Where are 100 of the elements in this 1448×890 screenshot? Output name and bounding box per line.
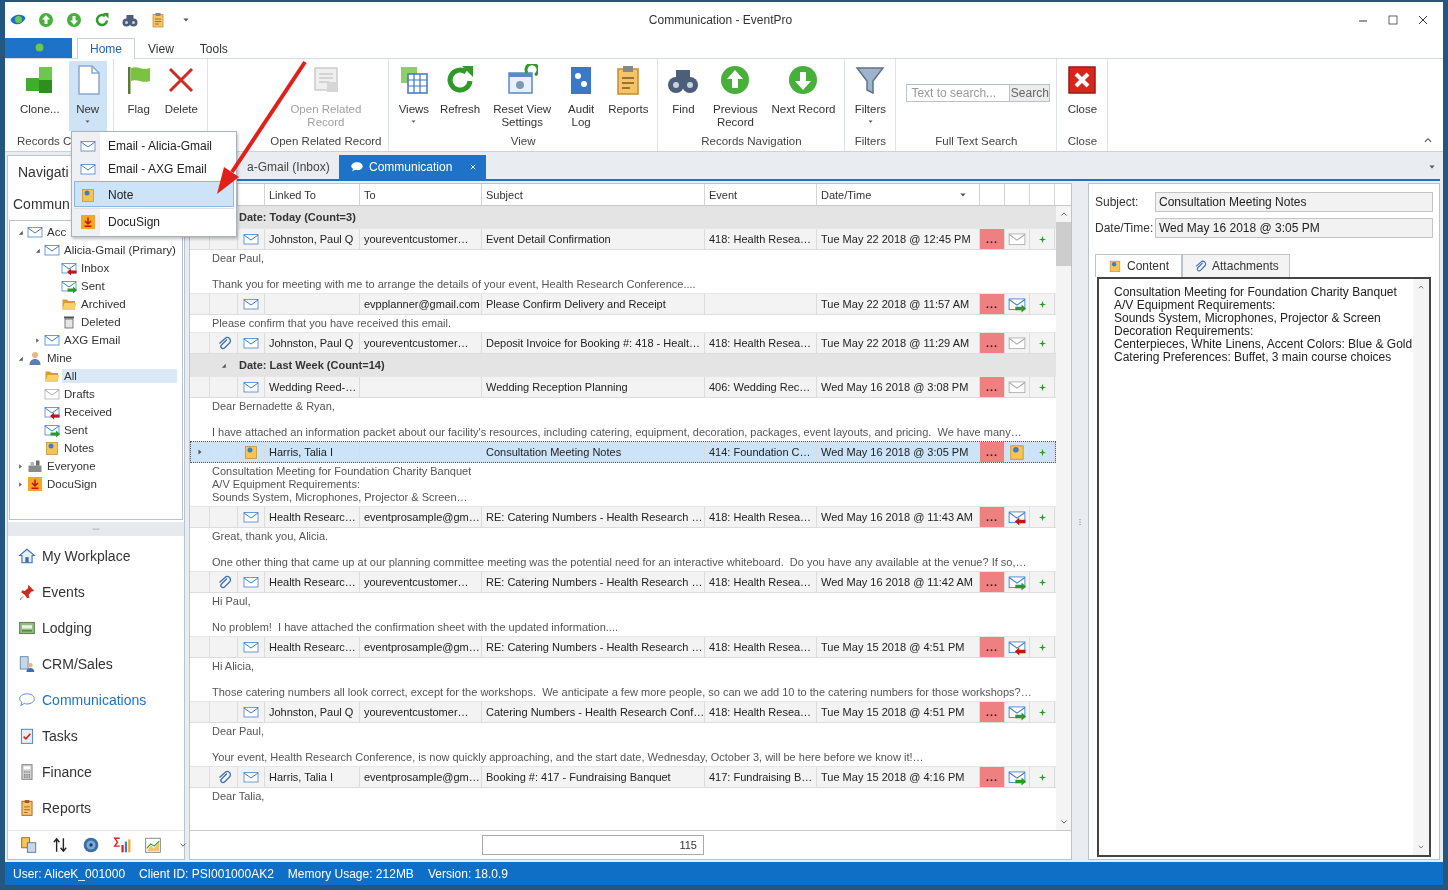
person-icon xyxy=(18,655,36,673)
ribbon-button[interactable]: Reports xyxy=(605,61,652,131)
ribbon-button[interactable]: Audit Log xyxy=(561,61,602,131)
column-header[interactable]: Date/Time xyxy=(817,184,980,205)
navigation-item[interactable]: Events xyxy=(8,574,184,610)
refresh-icon[interactable] xyxy=(94,12,110,28)
tab[interactable]: Attachments xyxy=(1182,254,1290,277)
table-row[interactable]: Wedding Reed-… Wedding Reception Planning 406: Wedding Rec… Wed May 16 2018 @ 3:08 PM ... xyxy=(190,376,1056,398)
documents-icon[interactable] xyxy=(20,836,38,854)
column-header[interactable]: To xyxy=(360,184,482,205)
navigation-item[interactable]: Tasks xyxy=(8,718,184,754)
ribbon-tab[interactable]: Home xyxy=(77,38,135,59)
tree-item[interactable]: Alicia-Gmail (Primary) xyxy=(62,243,178,257)
date-field[interactable]: Wed May 16 2018 @ 3:05 PM xyxy=(1155,218,1433,238)
navigation-item[interactable]: Communications xyxy=(8,682,184,718)
more-cell[interactable]: ... xyxy=(980,333,1005,353)
search-field[interactable]: Text to search... xyxy=(906,84,1011,102)
scroll-thumb[interactable] xyxy=(1056,222,1071,266)
ribbon-tab[interactable]: View xyxy=(135,38,187,58)
document-tab[interactable]: Communication xyxy=(339,155,487,179)
app-menu-button[interactable] xyxy=(5,38,72,58)
tree-item[interactable]: Archived xyxy=(79,297,128,311)
more-cell[interactable]: ... xyxy=(980,377,1005,397)
clipboard-icon[interactable] xyxy=(150,12,166,28)
navigation-item[interactable]: Lodging xyxy=(8,610,184,646)
navigation-item[interactable]: Finance xyxy=(8,754,184,790)
ribbon-button[interactable]: Find xyxy=(664,61,703,131)
pin-icon xyxy=(18,583,36,601)
scrollbar[interactable] xyxy=(1056,206,1071,830)
subject-field[interactable]: Consultation Meeting Notes xyxy=(1155,192,1433,212)
ribbon-button[interactable]: Filters xyxy=(851,61,890,131)
ribbon-group-label: Close xyxy=(1066,134,1099,149)
window-title: Communication - EventPro xyxy=(647,13,794,27)
group-row[interactable]: Date: Last Week (Count=14) xyxy=(190,354,1056,376)
tree-item[interactable]: Deleted xyxy=(79,315,123,329)
ribbon-tab[interactable]: Tools xyxy=(186,38,241,58)
content-line: Consultation Meeting for Foundation Charity Banquet xyxy=(1114,286,1398,299)
search-button[interactable]: Search xyxy=(1010,84,1051,102)
tree-item[interactable]: Mine xyxy=(45,351,74,365)
tree-item[interactable]: Notes xyxy=(62,441,97,455)
table-row[interactable]: Johnston, Paul Q youreventcustomer… Deposit Invoice for Booking #: 418 - Healt… 418: Health Resea… Tue May 22 2018 @ 11:29 AM ... xyxy=(190,332,1056,354)
ribbon-button[interactable]: Reset View Settings xyxy=(487,61,558,131)
menu-item[interactable]: Email - Alicia-Gmail xyxy=(74,134,234,157)
table-row[interactable]: Harris, Talia I eventprosample@gm… Booking #: 417 - Fundraising Banquet 417: Fundraising B… Tue May 15 2018 @ 4:16 PM ... xyxy=(190,766,1056,788)
table-row[interactable]: evpplanner@gmail.com Please Confirm Delivery and Receipt Tue May 22 2018 @ 11:57 AM ... xyxy=(190,293,1056,315)
tree-item[interactable]: Sent xyxy=(62,423,90,437)
table-row[interactable]: Harris, Talia I Consultation Meeting Notes 414: Foundation C… Wed May 16 2018 @ 3:05 PM ... xyxy=(190,441,1056,463)
ribbon-button[interactable]: Clone... xyxy=(17,61,63,131)
navigation-item[interactable]: My Workplace xyxy=(8,538,184,574)
sort-icon[interactable] xyxy=(51,836,69,854)
ribbon-button[interactable]: Delete xyxy=(161,61,201,131)
tree-item[interactable]: Sent xyxy=(79,279,107,293)
ribbon-button[interactable]: Views xyxy=(394,61,433,131)
menu-item[interactable]: Email - AXG Email xyxy=(74,157,234,180)
ribbon-button[interactable]: Flag xyxy=(119,61,158,131)
table-cell: evpplanner@gmail.com xyxy=(364,298,480,310)
content-box[interactable] xyxy=(1097,277,1431,857)
table-row[interactable]: Health Researc… youreventcustomer… RE: Catering Numbers - Health Research … 418: Health Resea… Wed May 16 2018 @ 11:42 AM ... xyxy=(190,571,1056,593)
ribbon-button[interactable]: Close xyxy=(1063,61,1102,131)
table-row[interactable]: Health Researc… eventprosample@gm… RE: Catering Numbers - Health Research … 418: Health Resea… Tue May 15 2018 @ 4:51 PM ... xyxy=(190,636,1056,658)
column-header[interactable]: Linked To xyxy=(265,184,360,205)
table-row[interactable]: Johnston, Paul Q youreventcustomer… Event Detail Confirmation 418: Health Resea… Tue May 22 2018 @ 12:45 PM ... xyxy=(190,228,1056,250)
more-cell[interactable]: ... xyxy=(980,507,1005,527)
tree-item[interactable]: Everyone xyxy=(45,459,98,473)
ribbon-button[interactable]: Refresh xyxy=(436,61,484,131)
more-cell[interactable]: ... xyxy=(980,637,1005,657)
menu-item[interactable]: DocuSign xyxy=(74,208,234,234)
tree-item[interactable]: Received xyxy=(62,405,114,419)
tree-item[interactable]: All xyxy=(62,369,177,383)
scrollbar[interactable] xyxy=(1413,279,1429,855)
tree-item[interactable]: AXG Email xyxy=(62,333,123,347)
more-cell[interactable]: ... xyxy=(980,767,1005,787)
ribbon-button[interactable]: New xyxy=(68,61,107,131)
column-header[interactable]: Event xyxy=(705,184,817,205)
table-row[interactable]: Health Researc… eventprosample@gm… RE: Catering Numbers - Health Research … 418: Health Resea… Wed May 16 2018 @ 11:43 AM ... xyxy=(190,506,1056,528)
tree-item[interactable]: Drafts xyxy=(62,387,97,401)
tree-item[interactable]: DocuSign xyxy=(45,477,99,491)
ribbon-button[interactable]: Previous Record xyxy=(706,61,765,131)
message-preview: Thank you for meeting with me to arrange the details of your event, Health Research Conference.... xyxy=(212,278,697,291)
bar-chart-icon[interactable] xyxy=(113,836,131,854)
navigation-item[interactable]: CRM/Sales xyxy=(8,646,184,682)
table-cell: youreventcustomer… xyxy=(364,706,469,718)
tab[interactable]: Content xyxy=(1095,254,1183,277)
more-cell[interactable]: ... xyxy=(980,294,1005,314)
more-cell[interactable]: ... xyxy=(980,572,1005,592)
ribbon-group-label: Records Navigation xyxy=(700,134,803,149)
column-header[interactable]: Subject xyxy=(482,184,705,205)
tree-item[interactable]: Acc xyxy=(45,225,69,239)
binoculars-icon[interactable] xyxy=(122,12,138,28)
ribbon-button[interactable]: Next Record xyxy=(768,61,839,131)
disc-icon[interactable] xyxy=(82,836,100,854)
more-cell[interactable]: ... xyxy=(980,229,1005,249)
navigation-item[interactable]: Reports xyxy=(8,790,184,826)
status-text: Memory Usage: 212MB xyxy=(287,866,414,881)
line-chart-icon[interactable] xyxy=(144,836,162,854)
menu-item[interactable]: Note xyxy=(74,181,234,207)
table-row[interactable]: Johnston, Paul Q youreventcustomer… Catering Numbers - Health Research Conf… 418: Health Resea… Tue May 15 2018 @ 4:51 PM ... xyxy=(190,701,1056,723)
tree-item[interactable]: Inbox xyxy=(79,261,112,275)
more-cell[interactable]: ... xyxy=(980,442,1005,462)
more-cell[interactable]: ... xyxy=(980,702,1005,722)
